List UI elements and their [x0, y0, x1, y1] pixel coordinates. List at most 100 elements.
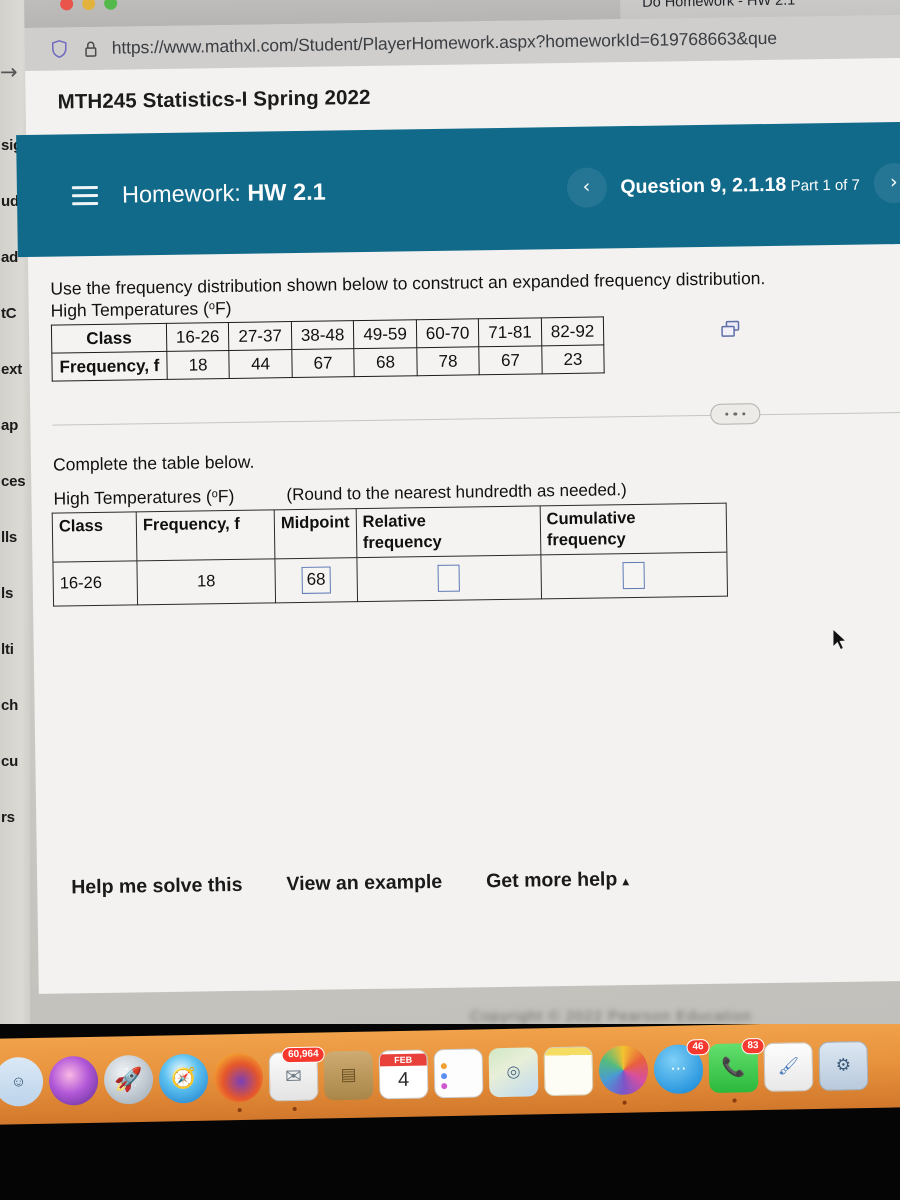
dock-item-facetime[interactable]: 📞 83	[708, 1037, 765, 1103]
dock-item-preview[interactable]: 🖌	[763, 1041, 814, 1092]
calendar-day-label: 4	[397, 1068, 410, 1092]
blurred-desktop-text: Copyright © 2022 Pearson Education	[470, 1008, 752, 1025]
frequency-cell: 68	[354, 347, 417, 377]
copy-to-spreadsheet-icon[interactable]	[721, 320, 740, 337]
given-frequency-table: Class 16-26 27-37 38-48 49-59 60-70 71-8…	[50, 316, 605, 382]
screen-photo: → sig udy ad tC ext ap ces lls ls lti ch…	[0, 0, 900, 1200]
get-more-help-button[interactable]: Get more help ▴	[486, 868, 629, 893]
frequency-cell: 67	[291, 348, 355, 378]
column-header-relative-frequency: Relative frequency	[355, 505, 541, 558]
calendar-month-label: FEB	[379, 1053, 427, 1067]
cell-relative-frequency	[356, 554, 542, 602]
dock-item-finder[interactable]: ☺	[0, 1056, 44, 1107]
homework-title: Homework: HW 2.1	[122, 178, 326, 208]
facetime-badge-count: 83	[741, 1037, 765, 1054]
dock-item-reminders[interactable]	[433, 1047, 484, 1098]
dock-item-maps[interactable]: ◎	[488, 1046, 539, 1097]
problem-prompt: Use the frequency distribution shown bel…	[50, 268, 766, 299]
dock-item-photos[interactable]	[598, 1044, 649, 1105]
class-cell: 16-26	[166, 322, 230, 352]
background-forward-arrow-icon: →	[0, 60, 18, 84]
cell-midpoint: 68	[274, 557, 358, 603]
window-controls	[60, 0, 118, 11]
section-divider	[52, 411, 900, 426]
sub-instruction: Complete the table below.	[52, 451, 255, 475]
given-caption-end: F)	[214, 297, 232, 319]
column-header-frequency: Frequency, f	[136, 509, 275, 561]
question-navigation: ‹ Question 9, 2.1.18 Part 1 of 7 ›	[566, 162, 900, 208]
question-meta: Question 9, 2.1.18 Part 1 of 7	[620, 172, 860, 199]
relative-line2: frequency	[362, 532, 442, 553]
class-cell: 71-81	[478, 317, 542, 347]
minimize-window-button[interactable]	[82, 0, 96, 11]
page-content: MTH245 Statistics-I Spring 2022 Homework…	[16, 57, 900, 994]
dock-item-safari[interactable]: 🧭	[158, 1053, 209, 1104]
view-an-example-button[interactable]: View an example	[286, 871, 442, 896]
next-question-button[interactable]: ›	[873, 162, 900, 204]
dock-item-notes[interactable]	[543, 1045, 594, 1096]
messages-badge-count: 46	[686, 1038, 710, 1055]
get-more-help-label: Get more help	[486, 868, 618, 893]
more-options-icon[interactable]	[710, 403, 761, 425]
frequency-cell: 18	[166, 350, 230, 380]
caret-up-icon: ▴	[622, 874, 629, 889]
dock-item-siri[interactable]	[48, 1055, 99, 1106]
row-header-frequency: Frequency, f	[51, 351, 168, 382]
given-table-caption: High Temperatures (oF)	[51, 298, 232, 322]
class-cell: 82-92	[541, 316, 604, 346]
column-header-cumulative-frequency: Cumulative frequency	[539, 503, 727, 555]
midpoint-input[interactable]: 68	[301, 566, 331, 594]
url-text[interactable]: https://www.mathxl.com/Student/PlayerHom…	[112, 28, 777, 59]
help-links: Help me solve this View an example Get m…	[71, 868, 629, 899]
cumulative-frequency-input[interactable]	[622, 561, 646, 590]
mail-badge-count: 60,964	[281, 1045, 325, 1063]
answer-caption-end: F)	[217, 485, 235, 507]
cell-frequency: 18	[136, 558, 276, 605]
column-header-class: Class	[52, 511, 137, 563]
dock-item-launchpad[interactable]: 🚀	[103, 1054, 154, 1105]
dock-item-mail[interactable]: ✉ 60,964	[268, 1045, 325, 1111]
answer-caption-text: High Temperatures (	[53, 486, 212, 509]
browser-window: Do Homework - HW 2.1 https://www.mathxl.…	[16, 0, 900, 994]
homework-assignment-name: HW 2.1	[247, 178, 326, 206]
class-cell: 27-37	[228, 321, 292, 351]
class-cell: 60-70	[416, 318, 480, 348]
dock-area: ☺ 🚀 🧭 ✉ 60,964 ▤ FEB 4 ◎ ⋯ 46 📞 83 🖌 ⚙	[0, 1024, 900, 1200]
class-cell: 38-48	[291, 320, 355, 350]
previous-question-button[interactable]: ‹	[566, 167, 607, 208]
running-indicator-dot	[622, 1100, 627, 1105]
cell-cumulative-frequency	[540, 552, 728, 599]
lock-icon[interactable]	[84, 39, 98, 57]
dock-item-downloads-folder[interactable]: ▤	[323, 1050, 374, 1100]
class-cell: 49-59	[353, 319, 417, 349]
macos-dock: ☺ 🚀 🧭 ✉ 60,964 ▤ FEB 4 ◎ ⋯ 46 📞 83 🖌 ⚙	[0, 1024, 900, 1125]
course-title: MTH245 Statistics-I Spring 2022	[57, 85, 371, 114]
row-header-class: Class	[51, 323, 167, 354]
mouse-cursor-icon	[832, 627, 848, 652]
shield-icon[interactable]	[51, 39, 68, 58]
dock-item-system-preferences[interactable]: ⚙	[818, 1040, 869, 1091]
answer-table: Class Frequency, f Midpoint Relative fre…	[51, 502, 728, 607]
close-window-button[interactable]	[60, 0, 74, 11]
cumulative-line1: Cumulative	[546, 508, 636, 529]
cell-class: 16-26	[52, 560, 138, 607]
relative-frequency-input[interactable]	[437, 564, 461, 592]
running-indicator-dot	[732, 1098, 737, 1103]
frequency-cell: 67	[479, 345, 542, 375]
relative-line1: Relative	[362, 512, 427, 532]
running-indicator-dot	[292, 1106, 297, 1111]
question-number: Question 9, 2.1.18	[620, 173, 787, 198]
help-me-solve-this-button[interactable]: Help me solve this	[71, 874, 243, 900]
given-caption-text: High Temperatures (	[50, 298, 210, 321]
homework-label: Homework:	[121, 179, 242, 208]
hamburger-menu-icon[interactable]	[71, 185, 99, 205]
rounding-note: (Round to the nearest hundredth as neede…	[286, 480, 627, 505]
dock-item-messages[interactable]: ⋯ 46	[653, 1038, 710, 1094]
dock-item-firefox[interactable]	[213, 1052, 264, 1112]
frequency-cell: 78	[416, 346, 480, 376]
maximize-window-button[interactable]	[104, 0, 118, 10]
dock-item-calendar[interactable]: FEB 4	[378, 1048, 429, 1099]
frequency-cell: 23	[541, 344, 605, 374]
cumulative-line2: frequency	[546, 530, 626, 550]
answer-table-caption: High Temperatures (oF)	[53, 486, 234, 510]
